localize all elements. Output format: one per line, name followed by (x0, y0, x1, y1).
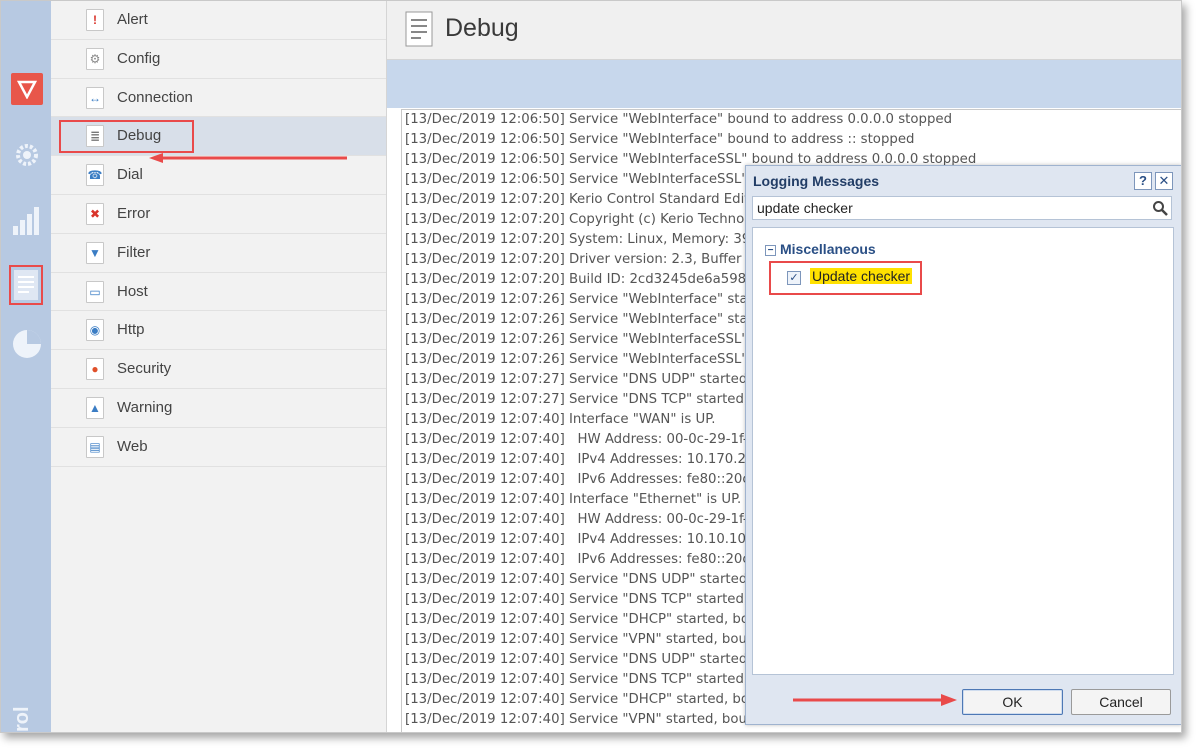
close-button[interactable]: ✕ (1155, 172, 1173, 190)
log-type-label: Http (117, 321, 145, 339)
annotation-arrow (149, 153, 347, 163)
log-type-item-host[interactable]: ▭ Host (51, 273, 386, 312)
update-checker-checkbox[interactable]: ✓ (787, 271, 801, 285)
help-button[interactable]: ? (1134, 172, 1152, 190)
log-line: [13/Dec/2019 12:06:50] Service "WebInter… (405, 132, 915, 147)
logging-messages-dialog: Logging Messages ? ✕ update checker − Mis… (745, 165, 1181, 725)
log-type-label: Warning (117, 398, 173, 416)
warning-icon: ▲ (86, 396, 104, 419)
log-type-item-filter[interactable]: ▼ Filter (51, 234, 386, 273)
app-window: rol ! Alert ⚙ Config ↔ Connection ≣ Debug ☎ Dial ✖… (0, 0, 1182, 733)
alert-icon: ! (86, 9, 104, 31)
host-icon: ▭ (86, 280, 104, 303)
message-tree: − Miscellaneous ✓ Update checker (752, 227, 1174, 675)
tree-category-label: Miscellaneous (780, 241, 876, 257)
debug-log-icon (405, 11, 433, 47)
log-type-item-security[interactable]: ● Security (51, 350, 386, 389)
log-type-label: Error (117, 204, 151, 222)
log-type-label: Config (117, 49, 161, 67)
log-type-item-error[interactable]: ✖ Error (51, 195, 386, 234)
filter-icon: ▼ (86, 241, 104, 264)
log-line: [13/Dec/2019 12:06:50] Service "WebInter… (405, 112, 953, 127)
connection-icon: ↔ (86, 86, 104, 109)
log-type-label: Dial (117, 166, 143, 184)
log-type-list: ! Alert ⚙ Config ↔ Connection ≣ Debug ☎ Dial ✖ Erro… (51, 1, 387, 732)
config-icon: ⚙ (86, 47, 104, 70)
dial-icon: ☎ (86, 164, 104, 187)
collapse-icon[interactable]: − (765, 245, 776, 256)
search-input[interactable]: update checker (752, 196, 1172, 220)
log-type-item-config[interactable]: ⚙ Config (51, 40, 386, 79)
icon-rail: rol (1, 1, 51, 732)
log-type-label: Alert (117, 11, 148, 28)
log-type-label: Connection (117, 88, 193, 106)
cancel-button[interactable]: Cancel (1071, 689, 1171, 715)
log-type-label: Web (117, 437, 148, 455)
error-icon: ✖ (86, 202, 104, 225)
log-type-item-connection[interactable]: ↔ Connection (51, 79, 386, 118)
logs-icon[interactable] (9, 265, 43, 305)
search-icon[interactable] (1152, 200, 1168, 216)
dialog-title: Logging Messages (753, 173, 880, 189)
log-type-item-http[interactable]: ◉ Http (51, 311, 386, 351)
http-icon: ◉ (86, 319, 104, 342)
web-icon: ▤ (86, 435, 104, 458)
log-type-item-debug[interactable]: ≣ Debug (51, 117, 386, 157)
log-type-item-alert[interactable]: ! Alert (51, 1, 386, 40)
brand-text: rol (11, 706, 33, 732)
ok-button[interactable]: OK (962, 689, 1063, 715)
toolbar (387, 60, 1181, 108)
tree-item-label[interactable]: Update checker (810, 268, 913, 284)
tree-category[interactable]: − Miscellaneous (765, 241, 876, 257)
page-title: Debug (445, 14, 519, 42)
pie-chart-icon[interactable] (11, 328, 43, 360)
security-icon: ● (86, 358, 104, 381)
log-type-item-warning[interactable]: ▲ Warning (51, 389, 386, 428)
statistics-icon[interactable] (11, 204, 43, 236)
page-header: Debug (387, 1, 1181, 60)
shield-icon[interactable] (11, 73, 43, 105)
log-type-label: Host (117, 282, 148, 300)
gear-icon[interactable] (11, 139, 43, 171)
annotation-arrow (793, 694, 957, 706)
tree-item: ✓ Update checker (769, 261, 922, 295)
log-type-label: Filter (117, 243, 151, 261)
annotation-highlight-box (59, 120, 194, 154)
log-type-item-web[interactable]: ▤ Web (51, 428, 386, 467)
log-type-label: Security (117, 360, 172, 378)
